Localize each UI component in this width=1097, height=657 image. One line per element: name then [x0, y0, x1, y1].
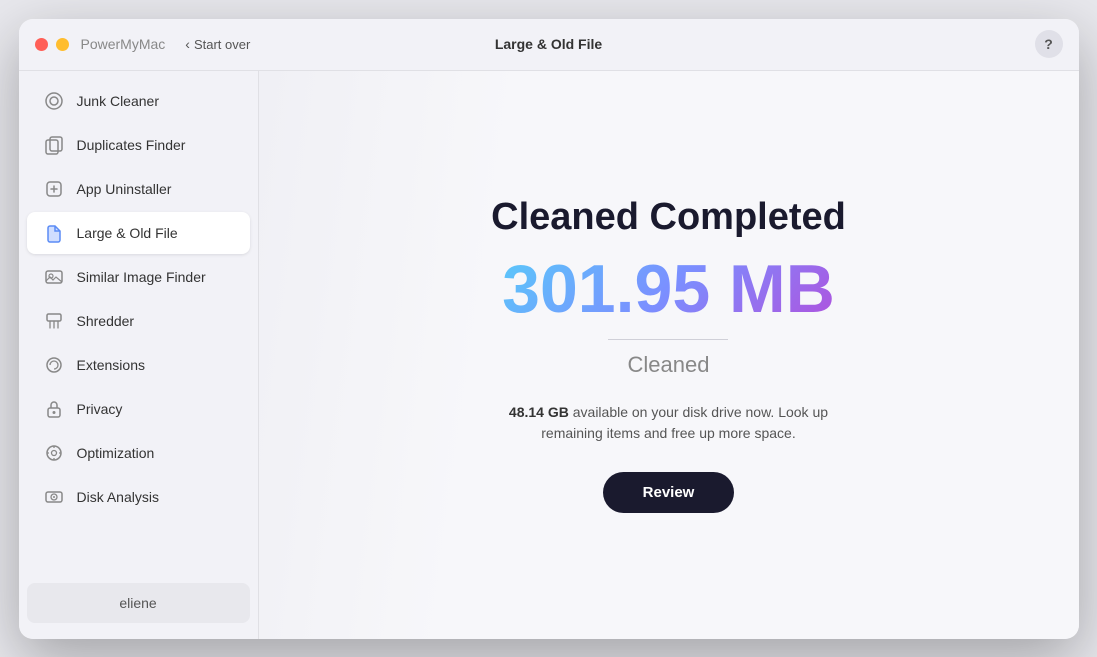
sidebar-item-label: Shredder	[77, 313, 135, 329]
sidebar-user[interactable]: eliene	[27, 583, 250, 623]
cleaned-completed-heading: Cleaned Completed	[491, 196, 846, 239]
sidebar-item-junk-cleaner[interactable]: Junk Cleaner	[27, 80, 250, 122]
app-name-label: PowerMyMac	[81, 36, 166, 52]
privacy-icon	[43, 398, 65, 420]
sidebar-item-shredder[interactable]: Shredder	[27, 300, 250, 342]
extensions-icon	[43, 354, 65, 376]
sidebar-item-label: Large & Old File	[77, 225, 178, 241]
sidebar-item-label: Junk Cleaner	[77, 93, 160, 109]
sidebar-item-label: Optimization	[77, 445, 155, 461]
sidebar-item-disk-analysis[interactable]: Disk Analysis	[27, 476, 250, 518]
chevron-left-icon: ‹	[185, 36, 190, 52]
divider-line	[608, 339, 728, 340]
sidebar-item-app-uninstaller[interactable]: App Uninstaller	[27, 168, 250, 210]
cleaned-amount: 301.95 MB	[502, 255, 835, 323]
minimize-button[interactable]	[56, 38, 69, 51]
review-button[interactable]: Review	[603, 472, 735, 513]
start-over-button[interactable]: ‹ Start over	[185, 36, 250, 52]
content-area: Cleaned Completed 301.95 MB Cleaned 48.1…	[259, 71, 1079, 639]
sidebar-item-extensions[interactable]: Extensions	[27, 344, 250, 386]
shredder-icon	[43, 310, 65, 332]
main-content: Cleaned Completed 301.95 MB Cleaned 48.1…	[491, 196, 846, 513]
title-bar-title: Large & Old File	[495, 36, 602, 52]
sidebar-item-label: Privacy	[77, 401, 123, 417]
sidebar-item-label: Duplicates Finder	[77, 137, 186, 153]
help-button[interactable]: ?	[1035, 30, 1063, 58]
sidebar-item-optimization[interactable]: Optimization	[27, 432, 250, 474]
sidebar-item-duplicates-finder[interactable]: Duplicates Finder	[27, 124, 250, 166]
app-window: PowerMyMac ‹ Start over Large & Old File…	[19, 19, 1079, 639]
sidebar-item-label: App Uninstaller	[77, 181, 172, 197]
close-button[interactable]	[35, 38, 48, 51]
app-uninstaller-icon	[43, 178, 65, 200]
optimization-icon	[43, 442, 65, 464]
disk-info-text: 48.14 GB available on your disk drive no…	[508, 402, 828, 444]
sidebar-spacer	[19, 519, 258, 575]
sidebar-item-similar-image-finder[interactable]: Similar Image Finder	[27, 256, 250, 298]
diagonal-decoration	[259, 71, 519, 639]
disk-info-body: available on your disk drive now. Look u…	[541, 404, 828, 441]
sidebar-item-label: Disk Analysis	[77, 489, 159, 505]
sidebar: Junk Cleaner Duplicates Finder	[19, 71, 259, 639]
similar-image-finder-icon	[43, 266, 65, 288]
large-old-file-icon	[43, 222, 65, 244]
disk-info-bold: 48.14 GB	[509, 404, 569, 420]
duplicates-finder-icon	[43, 134, 65, 156]
sidebar-item-label: Similar Image Finder	[77, 269, 206, 285]
title-bar: PowerMyMac ‹ Start over Large & Old File…	[19, 19, 1079, 71]
sidebar-item-label: Extensions	[77, 357, 145, 373]
sidebar-item-large-old-file[interactable]: Large & Old File	[27, 212, 250, 254]
junk-cleaner-icon	[43, 90, 65, 112]
disk-analysis-icon	[43, 486, 65, 508]
sidebar-item-privacy[interactable]: Privacy	[27, 388, 250, 430]
cleaned-label: Cleaned	[628, 352, 710, 378]
traffic-lights	[35, 38, 69, 51]
main-layout: Junk Cleaner Duplicates Finder	[19, 71, 1079, 639]
